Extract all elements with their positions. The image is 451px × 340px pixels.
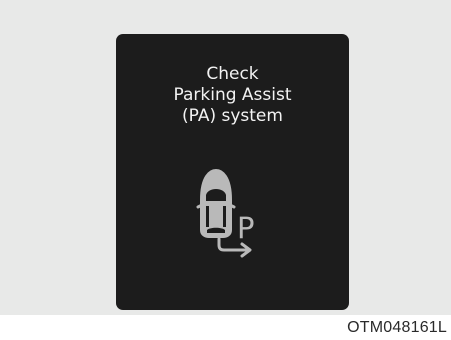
cluster-display-panel: Check Parking Assist (PA) system P	[116, 34, 349, 310]
warning-message: Check Parking Assist (PA) system	[116, 64, 349, 127]
car-top-view-icon	[196, 169, 236, 238]
figure-code: OTM048161L	[347, 319, 447, 336]
warning-message-line-2: Parking Assist	[173, 85, 292, 105]
warning-message-line-3: (PA) system	[182, 106, 283, 126]
warning-message-line-1: Check	[206, 64, 259, 84]
parking-assist-warning-icon: P	[196, 169, 255, 258]
parking-letter-p: P	[237, 211, 255, 245]
